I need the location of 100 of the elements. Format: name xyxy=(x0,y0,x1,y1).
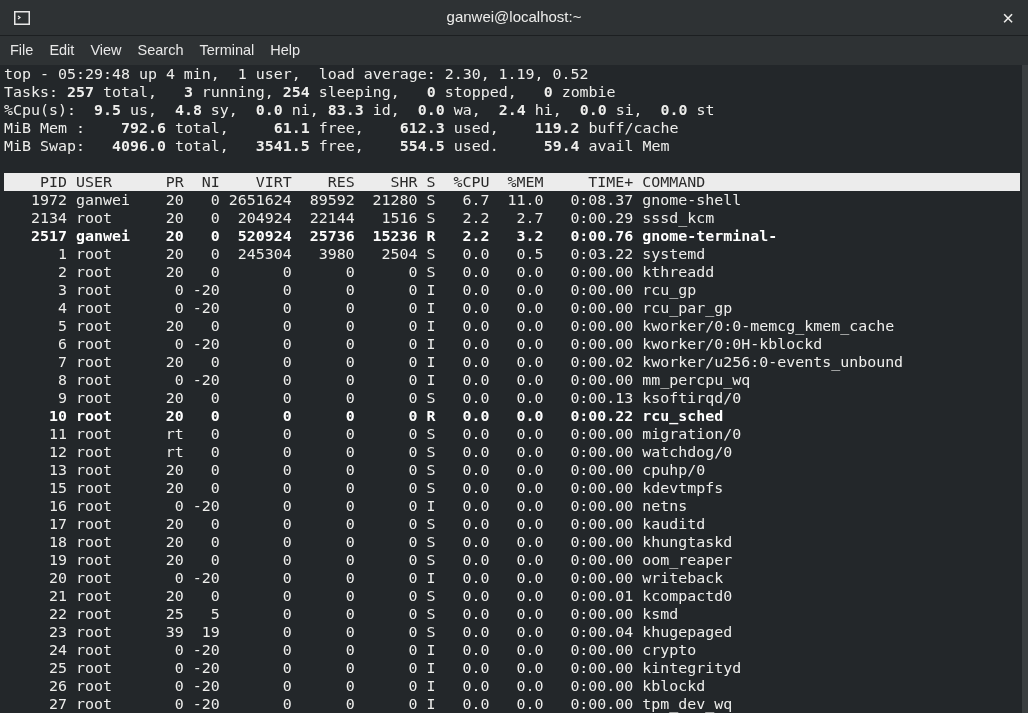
table-cell-text: 0 xyxy=(173,677,184,695)
table-cell-text: 0 xyxy=(173,335,184,353)
table-cell-text: 0:00.00 xyxy=(569,677,634,695)
table-cell: kworker/0:0-memcg_kmem_cache xyxy=(642,317,895,335)
table-cell-text: 0 xyxy=(344,569,355,587)
menu-item[interactable]: Terminal xyxy=(191,35,263,66)
table-cell: S xyxy=(426,461,436,479)
table-cell-text: 0:00.13 xyxy=(569,389,634,407)
table-cell-text: 0.0 xyxy=(515,389,544,407)
table-cell-text: root xyxy=(75,425,113,443)
table-cell-text: 0 xyxy=(407,695,418,713)
table-cell: S xyxy=(426,425,436,443)
table-cell: systemd xyxy=(642,245,706,263)
table-cell-text: 5 xyxy=(56,317,67,335)
table-cell-text: root xyxy=(75,677,113,695)
table-cell-text: 19 xyxy=(200,623,220,641)
table-cell-text: 0.0 xyxy=(515,425,544,443)
menu-item[interactable]: File xyxy=(2,35,42,66)
table-cell-text: 0 xyxy=(344,659,355,677)
table-cell-text: 0 xyxy=(281,281,292,299)
table-cell-text: root xyxy=(75,209,113,227)
table-cell: S xyxy=(426,605,436,623)
summary-line: MiB Mem : 792.6 total, 61.1 free, 612.3 used, 119.2 buff/cache xyxy=(4,119,679,137)
table-cell-text: 0 xyxy=(209,227,220,245)
table-cell: S xyxy=(426,623,436,641)
table-cell-text: 0.0 xyxy=(515,515,544,533)
table-cell: -20 xyxy=(192,371,220,389)
table-cell-text: 0 xyxy=(344,605,355,623)
table-cell: R xyxy=(426,407,436,425)
table-cell-text: 2504 xyxy=(380,245,418,263)
table-cell-text: 0.0 xyxy=(515,299,544,317)
column-header: SHR xyxy=(389,173,418,191)
table-cell-text: 0 xyxy=(407,551,418,569)
menu-item[interactable]: Help xyxy=(262,35,309,66)
table-cell-text: 0 xyxy=(407,587,418,605)
table-cell-text: 13 xyxy=(47,461,67,479)
menu-item[interactable]: Search xyxy=(129,35,192,66)
table-cell: -20 xyxy=(192,695,220,713)
table-cell: kauditd xyxy=(642,515,706,533)
table-cell: rcu_gp xyxy=(642,281,697,299)
table-cell-text: 0 xyxy=(209,587,220,605)
table-cell-text: 0 xyxy=(407,497,418,515)
table-cell: S xyxy=(426,479,436,497)
table-cell-text: 0 xyxy=(209,263,220,281)
table-cell: -20 xyxy=(192,569,220,587)
table-cell-text: 3.2 xyxy=(515,227,544,245)
table-cell: 2651624 xyxy=(228,191,292,209)
table-cell-text: rt xyxy=(164,443,184,461)
table-cell: S xyxy=(426,551,436,569)
table-cell-text: 0 xyxy=(344,461,355,479)
close-button[interactable]: × xyxy=(1000,7,1016,28)
table-cell-text: root xyxy=(75,515,113,533)
table-cell-text: 0 xyxy=(281,659,292,677)
table-cell-text: 0 xyxy=(407,407,418,425)
table-cell: I xyxy=(426,371,436,389)
table-cell-text: root xyxy=(75,623,113,641)
table-cell: I xyxy=(426,317,436,335)
table-cell-text: 0 xyxy=(281,695,292,713)
table-cell: S xyxy=(426,587,436,605)
column-header: USER xyxy=(75,173,113,191)
table-cell-text: 0 xyxy=(281,371,292,389)
column-header: COMMAND xyxy=(642,173,706,191)
table-cell-text: 0 xyxy=(173,641,184,659)
window-title: ganwei@localhost:~ xyxy=(446,7,582,28)
table-cell-text: 0 xyxy=(344,641,355,659)
table-cell: kthreadd xyxy=(642,263,715,281)
table-cell-text: 0 xyxy=(407,533,418,551)
table-cell-text: 20 xyxy=(47,569,67,587)
table-cell-text: 39 xyxy=(164,623,184,641)
table-cell-text: 15 xyxy=(47,479,67,497)
table-cell-text: 0:03.22 xyxy=(569,245,634,263)
table-cell-text: 0 xyxy=(407,515,418,533)
table-cell-text: 0 xyxy=(281,443,292,461)
table-cell-text: 27 xyxy=(47,695,67,713)
table-cell: -20 xyxy=(192,677,220,695)
table-cell: I xyxy=(426,353,436,371)
column-header: RES xyxy=(326,173,355,191)
table-cell-text: 0 xyxy=(209,407,220,425)
table-cell-text: root xyxy=(75,353,113,371)
table-cell-text: 20 xyxy=(164,353,184,371)
table-cell-text: 1 xyxy=(56,245,67,263)
menu-item[interactable]: View xyxy=(82,35,130,66)
table-cell-text: 0.0 xyxy=(515,407,544,425)
table-cell-text: 0:00.00 xyxy=(569,299,634,317)
table-cell: kdevtmpfs xyxy=(642,479,724,497)
table-cell-text: 0.0 xyxy=(461,335,490,353)
table-cell-text: 25 xyxy=(47,659,67,677)
table-cell: I xyxy=(426,569,436,587)
table-cell-text: 0 xyxy=(407,371,418,389)
table-cell-text: 20 xyxy=(164,533,184,551)
table-cell-text: 0:00.00 xyxy=(569,497,634,515)
table-cell-text: 0 xyxy=(281,515,292,533)
table-cell-text: 0 xyxy=(281,623,292,641)
menu-item[interactable]: Edit xyxy=(41,35,83,66)
table-cell: -20 xyxy=(192,281,220,299)
table-cell-text: 0.0 xyxy=(515,353,544,371)
table-cell: gnome-shell xyxy=(642,191,742,209)
table-cell-text: 0 xyxy=(344,389,355,407)
table-cell-text: root xyxy=(75,605,113,623)
table-cell: kcompactd0 xyxy=(642,587,733,605)
